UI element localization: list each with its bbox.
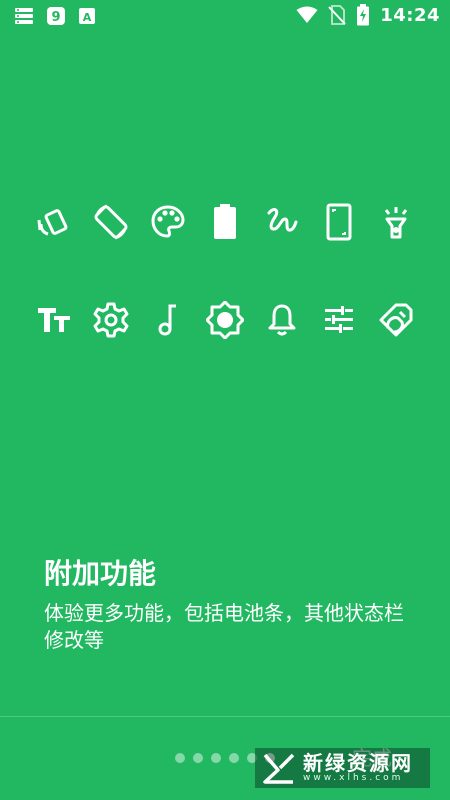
text-size-icon	[32, 298, 76, 342]
svg-text:A: A	[83, 11, 92, 24]
battery-charging-icon	[356, 4, 370, 26]
watermark: 新绿资源网 www.xlhs.com	[255, 748, 430, 788]
music-note-icon	[146, 298, 190, 342]
watermark-url: www.xlhs.com	[303, 773, 404, 783]
page-dot	[193, 753, 203, 763]
gesture-icon	[260, 200, 304, 244]
auto-rotate-icon	[32, 200, 76, 244]
clock: 14:24	[380, 4, 440, 26]
watermark-text: 新绿资源网 www.xlhs.com	[303, 753, 413, 783]
palette-icon	[146, 200, 190, 244]
screen-frame-icon	[317, 200, 361, 244]
page-dot	[175, 753, 185, 763]
battery-icon	[203, 200, 247, 244]
brightness-icon	[203, 298, 247, 342]
feature-icons-row-2	[32, 298, 418, 342]
page-dot	[211, 753, 221, 763]
watermark-logo-icon	[263, 752, 297, 784]
brush-icon	[374, 298, 418, 342]
watermark-title: 新绿资源网	[303, 751, 413, 775]
bell-icon	[260, 298, 304, 342]
flashlight-icon	[374, 200, 418, 244]
no-sim-icon	[328, 5, 346, 25]
settings-icon	[89, 298, 133, 342]
app-a-icon: A	[78, 7, 96, 25]
status-bar: 9 A 14:24	[0, 0, 450, 32]
page-title: 附加功能	[44, 557, 157, 590]
svg-text:9: 9	[51, 10, 60, 25]
feature-icons-row-1	[32, 200, 418, 244]
page-description: 体验更多功能，包括电池条，其他状态栏修改等	[44, 601, 404, 652]
page-dot	[229, 753, 239, 763]
sliders-icon	[317, 298, 361, 342]
wifi-icon	[296, 6, 318, 24]
storage-icon	[14, 6, 34, 26]
bottom-divider	[0, 716, 450, 717]
screen-rotation-icon	[89, 200, 133, 244]
app-9-icon: 9	[46, 6, 66, 26]
